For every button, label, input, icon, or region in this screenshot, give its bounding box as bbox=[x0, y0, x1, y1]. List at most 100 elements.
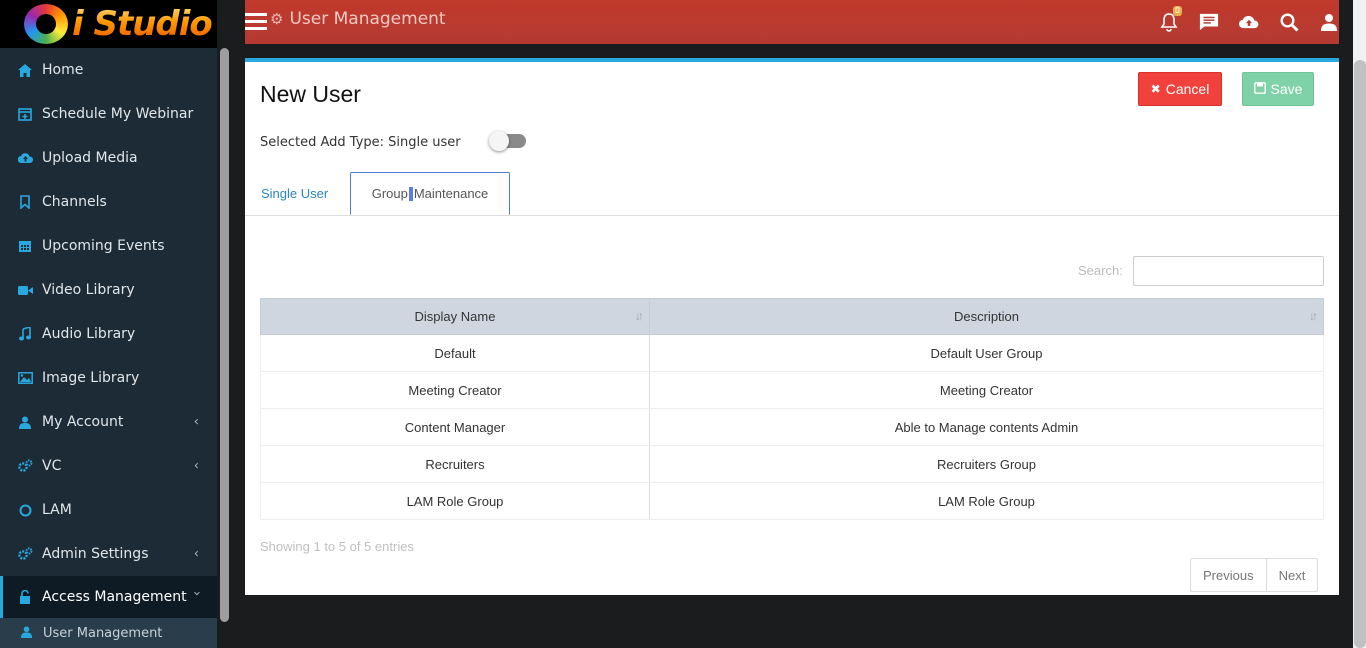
sidebar-item-label: VC bbox=[42, 458, 62, 474]
cell-description: Able to Manage contents Admin bbox=[649, 408, 1324, 446]
gear-icon: ⚙ bbox=[270, 10, 284, 28]
logo-mark-icon bbox=[24, 4, 68, 44]
table-row[interactable]: LAM Role Group LAM Role Group bbox=[260, 482, 1324, 520]
sidebar-item-label: Channels bbox=[42, 194, 107, 210]
cell-description: Meeting Creator bbox=[649, 371, 1324, 409]
sidebar-item-upload-media[interactable]: Upload Media bbox=[0, 136, 217, 180]
top-icons: 0 bbox=[1139, 0, 1339, 44]
user-profile-icon[interactable] bbox=[1319, 12, 1339, 32]
calendar-icon bbox=[17, 238, 33, 254]
sidebar-item-label: Audio Library bbox=[42, 326, 136, 342]
table-row[interactable]: Content Manager Able to Manage contents … bbox=[260, 408, 1324, 446]
bell-icon[interactable]: 0 bbox=[1159, 6, 1182, 32]
sidebar-item-label: Image Library bbox=[42, 370, 140, 386]
sidebar-item-vc[interactable]: VC ‹ bbox=[0, 444, 217, 488]
cell-description: Recruiters Group bbox=[649, 445, 1324, 483]
user-icon bbox=[21, 626, 32, 641]
sidebar: i Studio Home Schedule My Webinar Upload… bbox=[0, 0, 217, 648]
video-camera-icon bbox=[17, 282, 33, 298]
text-cursor bbox=[408, 186, 413, 201]
new-user-panel: New User ✖ Cancel Save Selected Add Type… bbox=[245, 58, 1339, 595]
tab-group-maintenance[interactable]: Group Maintenance bbox=[350, 172, 510, 215]
table-row[interactable]: Meeting Creator Meeting Creator bbox=[260, 371, 1324, 409]
panel-heading: New User bbox=[260, 81, 361, 107]
sidebar-item-label: My Account bbox=[42, 414, 124, 430]
hamburger-menu-icon[interactable] bbox=[245, 13, 267, 30]
sidebar-item-video-library[interactable]: Video Library bbox=[0, 268, 217, 312]
close-icon: ✖ bbox=[1150, 82, 1161, 96]
unlock-icon bbox=[17, 589, 33, 605]
sidebar-subitem-user-management[interactable]: User Management bbox=[0, 618, 217, 648]
sidebar-item-label: Upload Media bbox=[42, 150, 138, 166]
column-header-label: Description bbox=[953, 309, 1020, 324]
sidebar-item-label: Upcoming Events bbox=[42, 238, 165, 254]
table-row[interactable]: Default Default User Group bbox=[260, 334, 1324, 372]
sidebar-item-image-library[interactable]: Image Library bbox=[0, 356, 217, 400]
calendar-plus-icon bbox=[17, 106, 33, 122]
add-type-label: Selected Add Type: Single user bbox=[260, 135, 461, 150]
top-bar: ⚙ User Management 0 bbox=[245, 0, 1339, 44]
add-type-toggle[interactable] bbox=[489, 131, 526, 151]
tab-label-part2: Maintenance bbox=[413, 186, 489, 201]
sidebar-item-label: Schedule My Webinar bbox=[42, 106, 194, 122]
image-icon bbox=[17, 370, 33, 386]
cell-display-name: LAM Role Group bbox=[260, 482, 650, 520]
page-scrollbar-thumb[interactable] bbox=[1354, 60, 1366, 648]
column-header-description[interactable]: Description ↓↑ bbox=[649, 298, 1324, 335]
floppy-disk-icon bbox=[1253, 81, 1266, 97]
cell-display-name: Content Manager bbox=[260, 408, 650, 446]
cloud-upload-icon[interactable] bbox=[1239, 12, 1259, 32]
sidebar-item-upcoming-events[interactable]: Upcoming Events bbox=[0, 224, 217, 268]
sidebar-scrollbar-thumb[interactable] bbox=[220, 48, 229, 622]
sidebar-item-access-management[interactable]: Access Management › bbox=[0, 576, 217, 618]
search-label: Search: bbox=[1078, 263, 1123, 278]
user-icon bbox=[17, 414, 33, 430]
sidebar-item-lam[interactable]: LAM bbox=[0, 488, 217, 532]
sort-icon: ↓↑ bbox=[635, 309, 644, 323]
tab-label: Single User bbox=[261, 185, 329, 201]
sidebar-item-label: Home bbox=[42, 62, 84, 78]
gears-icon bbox=[17, 458, 33, 474]
cell-description: Default User Group bbox=[649, 334, 1324, 372]
next-page-button[interactable]: Next bbox=[1267, 559, 1318, 591]
sidebar-item-label: LAM bbox=[42, 502, 72, 518]
sidebar-nav: Home Schedule My Webinar Upload Media Ch… bbox=[0, 48, 217, 618]
logo[interactable]: i Studio bbox=[0, 0, 217, 48]
tab-label-part1: Group bbox=[371, 186, 408, 201]
circle-icon bbox=[17, 502, 33, 518]
cell-display-name: Recruiters bbox=[260, 445, 650, 483]
search-icon[interactable] bbox=[1279, 12, 1299, 32]
sidebar-item-label: Video Library bbox=[42, 282, 135, 298]
sidebar-item-audio-library[interactable]: Audio Library bbox=[0, 312, 217, 356]
pagination: Previous Next bbox=[1190, 558, 1319, 592]
sidebar-item-admin-settings[interactable]: Admin Settings ‹ bbox=[0, 532, 217, 576]
cancel-button-label: Cancel bbox=[1165, 81, 1210, 97]
sidebar-item-schedule-my-webinar[interactable]: Schedule My Webinar bbox=[0, 92, 217, 136]
save-button[interactable]: Save bbox=[1242, 72, 1314, 106]
sidebar-subitem-label: User Management bbox=[43, 625, 163, 641]
page-title-text: User Management bbox=[289, 9, 446, 29]
logo-text: i Studio bbox=[72, 4, 213, 44]
bookmark-icon bbox=[17, 194, 33, 210]
column-header-display-name[interactable]: Display Name ↓↑ bbox=[260, 298, 650, 335]
sidebar-item-my-account[interactable]: My Account ‹ bbox=[0, 400, 217, 444]
previous-page-button[interactable]: Previous bbox=[1191, 559, 1267, 591]
tab-single-user[interactable]: Single User bbox=[261, 170, 328, 216]
home-icon bbox=[17, 62, 33, 78]
cancel-button[interactable]: ✖ Cancel bbox=[1138, 72, 1222, 106]
search-input[interactable] bbox=[1133, 256, 1324, 286]
table-row[interactable]: Recruiters Recruiters Group bbox=[260, 445, 1324, 483]
sidebar-item-home[interactable]: Home bbox=[0, 48, 217, 92]
sort-icon: ↓↑ bbox=[1309, 309, 1318, 323]
sidebar-item-channels[interactable]: Channels bbox=[0, 180, 217, 224]
cell-description: LAM Role Group bbox=[649, 482, 1324, 520]
chat-icon[interactable] bbox=[1199, 12, 1219, 32]
chevron-left-icon: ‹ bbox=[193, 546, 199, 562]
chevron-down-icon: › bbox=[188, 590, 204, 596]
chevron-left-icon: ‹ bbox=[193, 458, 199, 474]
chevron-left-icon: ‹ bbox=[193, 414, 199, 430]
cell-display-name: Meeting Creator bbox=[260, 371, 650, 409]
sidebar-item-label: Access Management bbox=[42, 589, 187, 605]
tabs: Single User Group Maintenance bbox=[245, 170, 1339, 216]
page-title: ⚙ User Management bbox=[270, 9, 446, 29]
